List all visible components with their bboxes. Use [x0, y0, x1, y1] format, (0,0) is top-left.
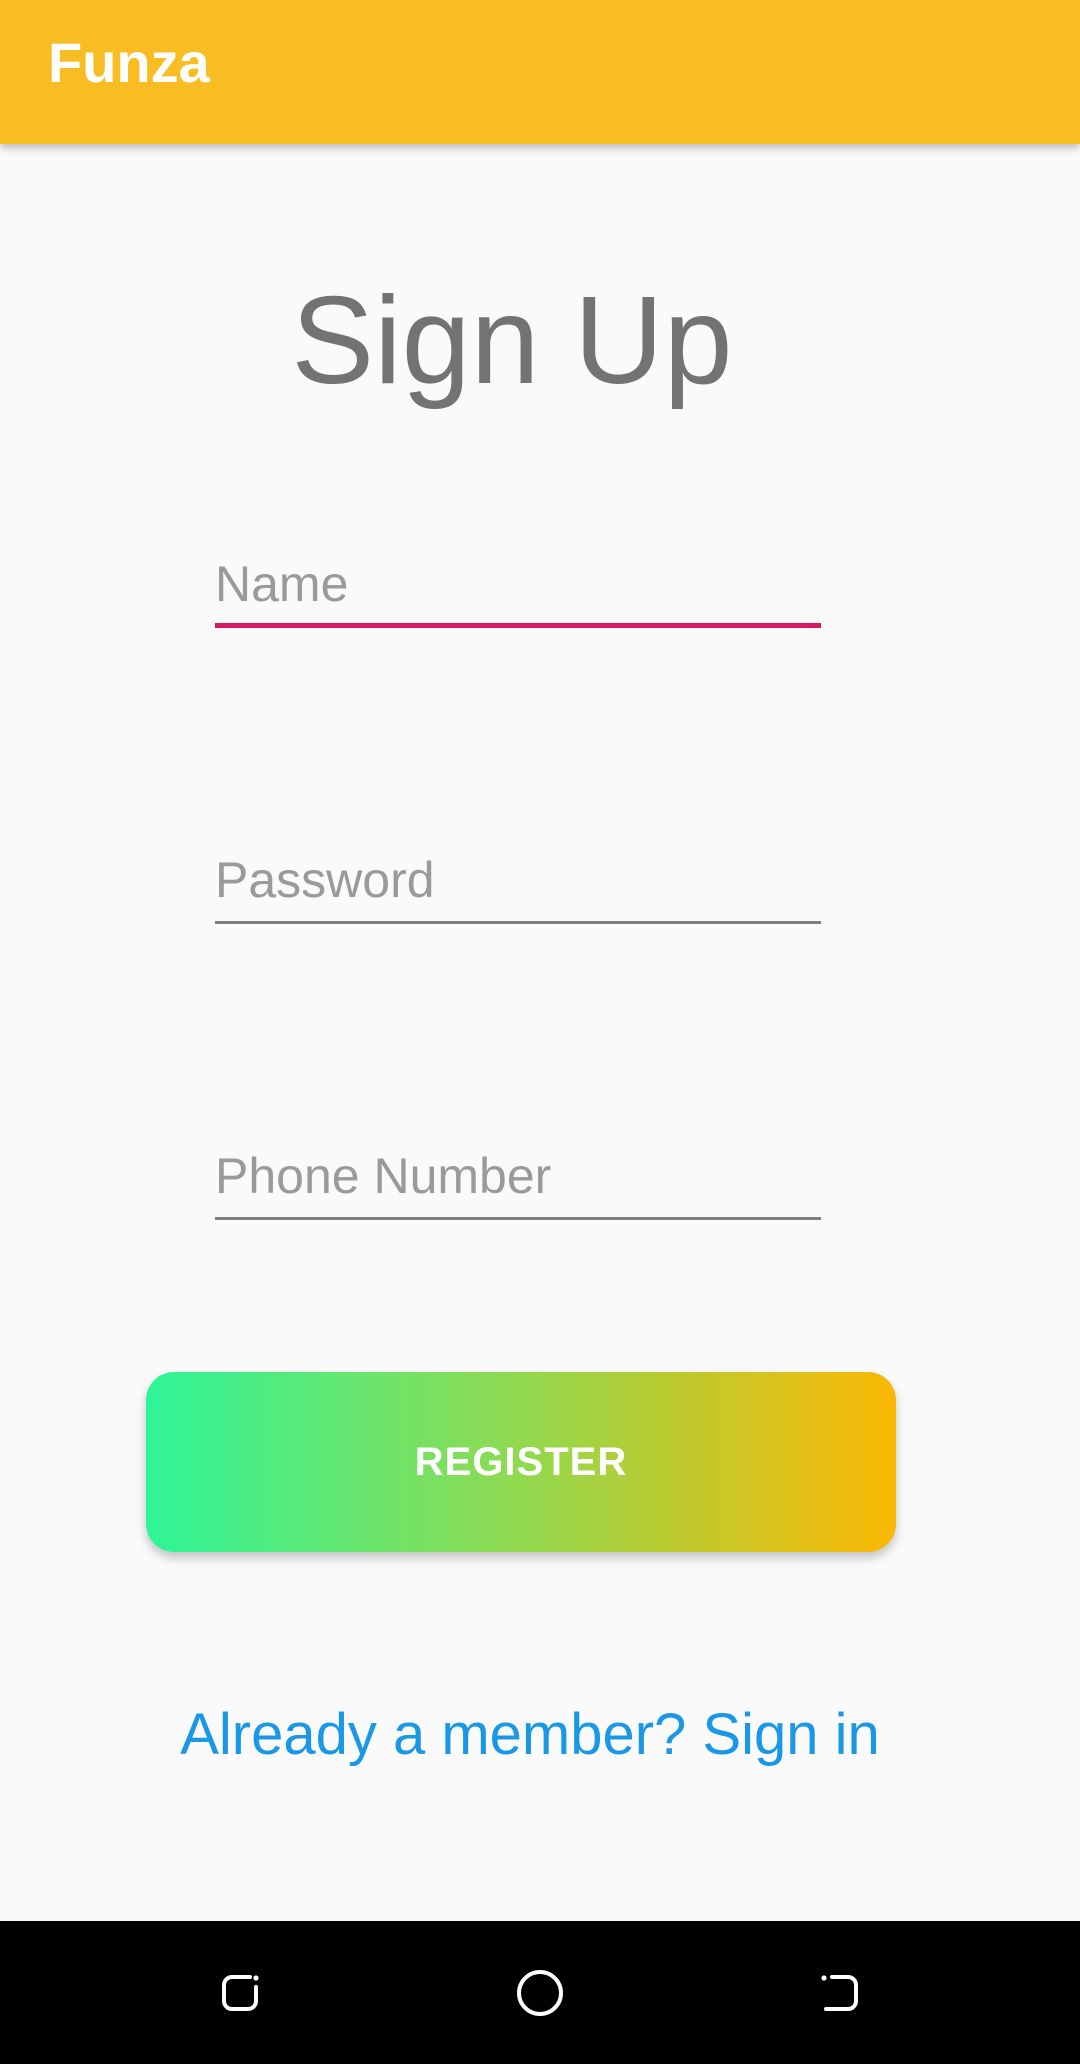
password-field[interactable]	[215, 844, 821, 924]
app-title: Funza	[48, 31, 210, 94]
home-circle-icon	[517, 1970, 563, 2016]
home-button[interactable]	[510, 1963, 570, 2023]
back-button[interactable]	[810, 1963, 870, 2023]
back-icon	[821, 1975, 858, 2011]
app-bar: Funza	[0, 0, 1080, 144]
recent-apps-button[interactable]	[210, 1963, 270, 2023]
recent-apps-icon	[222, 1975, 259, 2011]
name-input[interactable]	[215, 548, 821, 620]
phone-field[interactable]	[215, 1140, 821, 1220]
name-field[interactable]	[215, 548, 821, 628]
system-navigation-bar	[0, 1921, 1080, 2064]
sign-in-link[interactable]: Already a member? Sign in	[0, 1700, 1060, 1770]
sign-up-screen: Funza Sign Up REGISTER Already a member?…	[0, 0, 1080, 2064]
register-button[interactable]: REGISTER	[146, 1372, 896, 1552]
password-input[interactable]	[215, 844, 821, 916]
phone-input[interactable]	[215, 1140, 821, 1212]
page-title: Sign Up	[291, 272, 733, 410]
name-field-underline	[215, 623, 821, 628]
register-button-label: REGISTER	[414, 1439, 628, 1484]
password-field-underline	[215, 921, 821, 924]
phone-field-underline	[215, 1217, 821, 1220]
